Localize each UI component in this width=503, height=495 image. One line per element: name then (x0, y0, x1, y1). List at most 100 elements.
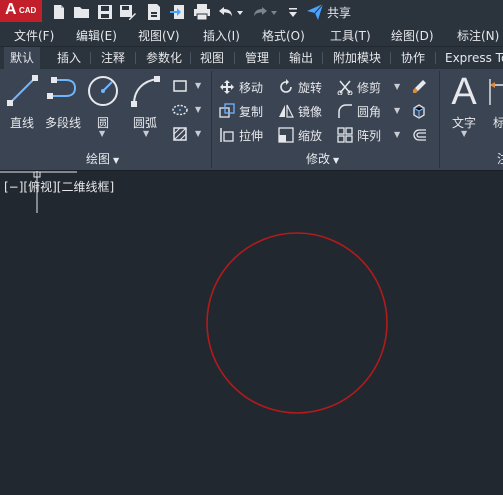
ribbon-tab-bar: 默认 插入 注释 参数化 视图 管理 输出 附加模块 协作 Express To (0, 47, 503, 69)
trim-button[interactable]: 修剪 (337, 78, 381, 96)
text-icon: A (451, 71, 477, 109)
tab-addins[interactable]: 附加模块 (333, 47, 381, 69)
fillet-button[interactable]: 圆角 (337, 102, 381, 120)
share-button[interactable]: 共享 (306, 3, 351, 21)
circle-dropdown-icon[interactable]: ▼ (99, 129, 105, 138)
ellipse-dropdown-icon[interactable]: ▼ (195, 105, 201, 114)
tab-separator (279, 52, 280, 64)
app-logo[interactable]: A CAD (0, 0, 42, 22)
explode-button[interactable] (411, 102, 427, 120)
draw-panel-expand-icon: ▼ (113, 156, 120, 165)
redo-dropdown-icon[interactable] (269, 3, 279, 21)
tab-annotate[interactable]: 注释 (101, 47, 125, 69)
logo-text: CAD (19, 6, 37, 15)
drawing-canvas[interactable] (0, 171, 503, 495)
open-folder-icon[interactable] (73, 3, 91, 21)
menu-tools[interactable]: 工具(T) (330, 27, 371, 44)
redo-icon[interactable] (251, 3, 269, 21)
menu-dimension[interactable]: 标注(N) (457, 27, 499, 44)
undo-dropdown-icon[interactable] (235, 3, 245, 21)
ellipse-icon (172, 104, 188, 116)
fillet-icon (338, 104, 352, 118)
stretch-icon (220, 128, 234, 142)
move-label: 移动 (239, 80, 264, 95)
draw-panel-title[interactable]: 绘图 ▼ (86, 150, 119, 167)
text-dropdown-icon[interactable]: ▼ (461, 129, 467, 138)
hatch-dropdown-icon[interactable]: ▼ (195, 129, 201, 138)
tab-default[interactable]: 默认 (4, 47, 40, 69)
explode-icon (413, 104, 425, 119)
erase-button[interactable] (411, 78, 427, 96)
tab-view[interactable]: 视图 (200, 47, 224, 69)
tab-output[interactable]: 输出 (289, 47, 313, 69)
hatch-button[interactable] (172, 125, 188, 143)
logo-letter: A (5, 1, 17, 18)
viewport-controls-label[interactable]: [−][俯视][二维线框] (4, 178, 114, 195)
polyline-label: 多段线 (45, 116, 82, 130)
new-file-icon[interactable] (50, 3, 68, 21)
circle-button[interactable] (86, 74, 120, 108)
tab-collaborate[interactable]: 协作 (401, 47, 425, 69)
dimension-button[interactable] (488, 77, 503, 107)
share-label: 共享 (327, 5, 352, 20)
menu-draw[interactable]: 绘图(D) (391, 27, 434, 44)
tab-manage[interactable]: 管理 (245, 47, 269, 69)
publish-icon[interactable] (145, 3, 163, 21)
menu-format[interactable]: 格式(O) (262, 27, 305, 44)
annotation-panel-title[interactable]: 注 (497, 150, 503, 167)
tab-separator (135, 52, 136, 64)
menu-insert[interactable]: 插入(I) (203, 27, 240, 44)
save-as-icon[interactable] (119, 3, 137, 21)
rectangle-button[interactable] (172, 77, 188, 95)
ellipse-button[interactable] (172, 101, 188, 119)
tab-parametric[interactable]: 参数化 (146, 47, 182, 69)
trim-dropdown-icon[interactable]: ▼ (394, 82, 400, 91)
menu-view[interactable]: 视图(V) (138, 27, 180, 44)
line-button[interactable] (6, 74, 40, 108)
menu-file[interactable]: 文件(F) (14, 27, 54, 44)
panel-separator (211, 71, 212, 168)
copy-button[interactable]: 复制 (219, 102, 263, 120)
line-label: 直线 (10, 116, 35, 130)
mirror-label: 镜像 (298, 104, 323, 119)
canvas-background (0, 171, 503, 495)
print-icon[interactable] (193, 3, 211, 21)
undo-icon[interactable] (217, 3, 235, 21)
rectangle-dropdown-icon[interactable]: ▼ (195, 81, 201, 90)
arc-dropdown-icon[interactable]: ▼ (143, 129, 149, 138)
arc-icon (131, 76, 160, 107)
customize-dropdown-icon[interactable] (286, 3, 300, 21)
copy-icon (219, 103, 235, 118)
array-icon (337, 127, 353, 143)
modify-panel-title[interactable]: 修改 ▼ (306, 150, 339, 167)
stretch-button[interactable]: 拉伸 (219, 126, 263, 144)
quick-access-toolbar: A CAD 共享 (0, 0, 503, 24)
array-button[interactable]: 阵列 (337, 126, 381, 144)
tab-separator (390, 52, 391, 64)
offset-button[interactable] (411, 126, 427, 144)
rotate-button[interactable]: 旋转 (278, 78, 322, 96)
draw-panel-title-text: 绘图 (86, 152, 111, 166)
text-button[interactable]: A (447, 71, 481, 109)
polyline-button[interactable] (46, 74, 80, 108)
mirror-button[interactable]: 镜像 (278, 102, 322, 120)
tab-separator (234, 52, 235, 64)
scale-label: 缩放 (298, 128, 323, 143)
tab-separator (435, 52, 436, 64)
tab-separator (190, 52, 191, 64)
modify-panel-expand-icon: ▼ (333, 156, 340, 165)
save-icon[interactable] (96, 3, 114, 21)
array-dropdown-icon[interactable]: ▼ (394, 130, 400, 139)
menu-edit[interactable]: 编辑(E) (76, 27, 117, 44)
move-button[interactable]: 移动 (219, 78, 263, 96)
polyline-icon (47, 77, 77, 99)
export-icon[interactable] (169, 3, 187, 21)
fillet-dropdown-icon[interactable]: ▼ (394, 106, 400, 115)
tab-insert[interactable]: 插入 (57, 47, 81, 69)
arc-button[interactable] (129, 74, 163, 108)
fillet-label: 圆角 (357, 104, 382, 119)
trim-label: 修剪 (357, 80, 382, 95)
tab-express-tools[interactable]: Express To (445, 47, 503, 69)
move-icon (220, 80, 234, 94)
scale-button[interactable]: 缩放 (278, 126, 322, 144)
